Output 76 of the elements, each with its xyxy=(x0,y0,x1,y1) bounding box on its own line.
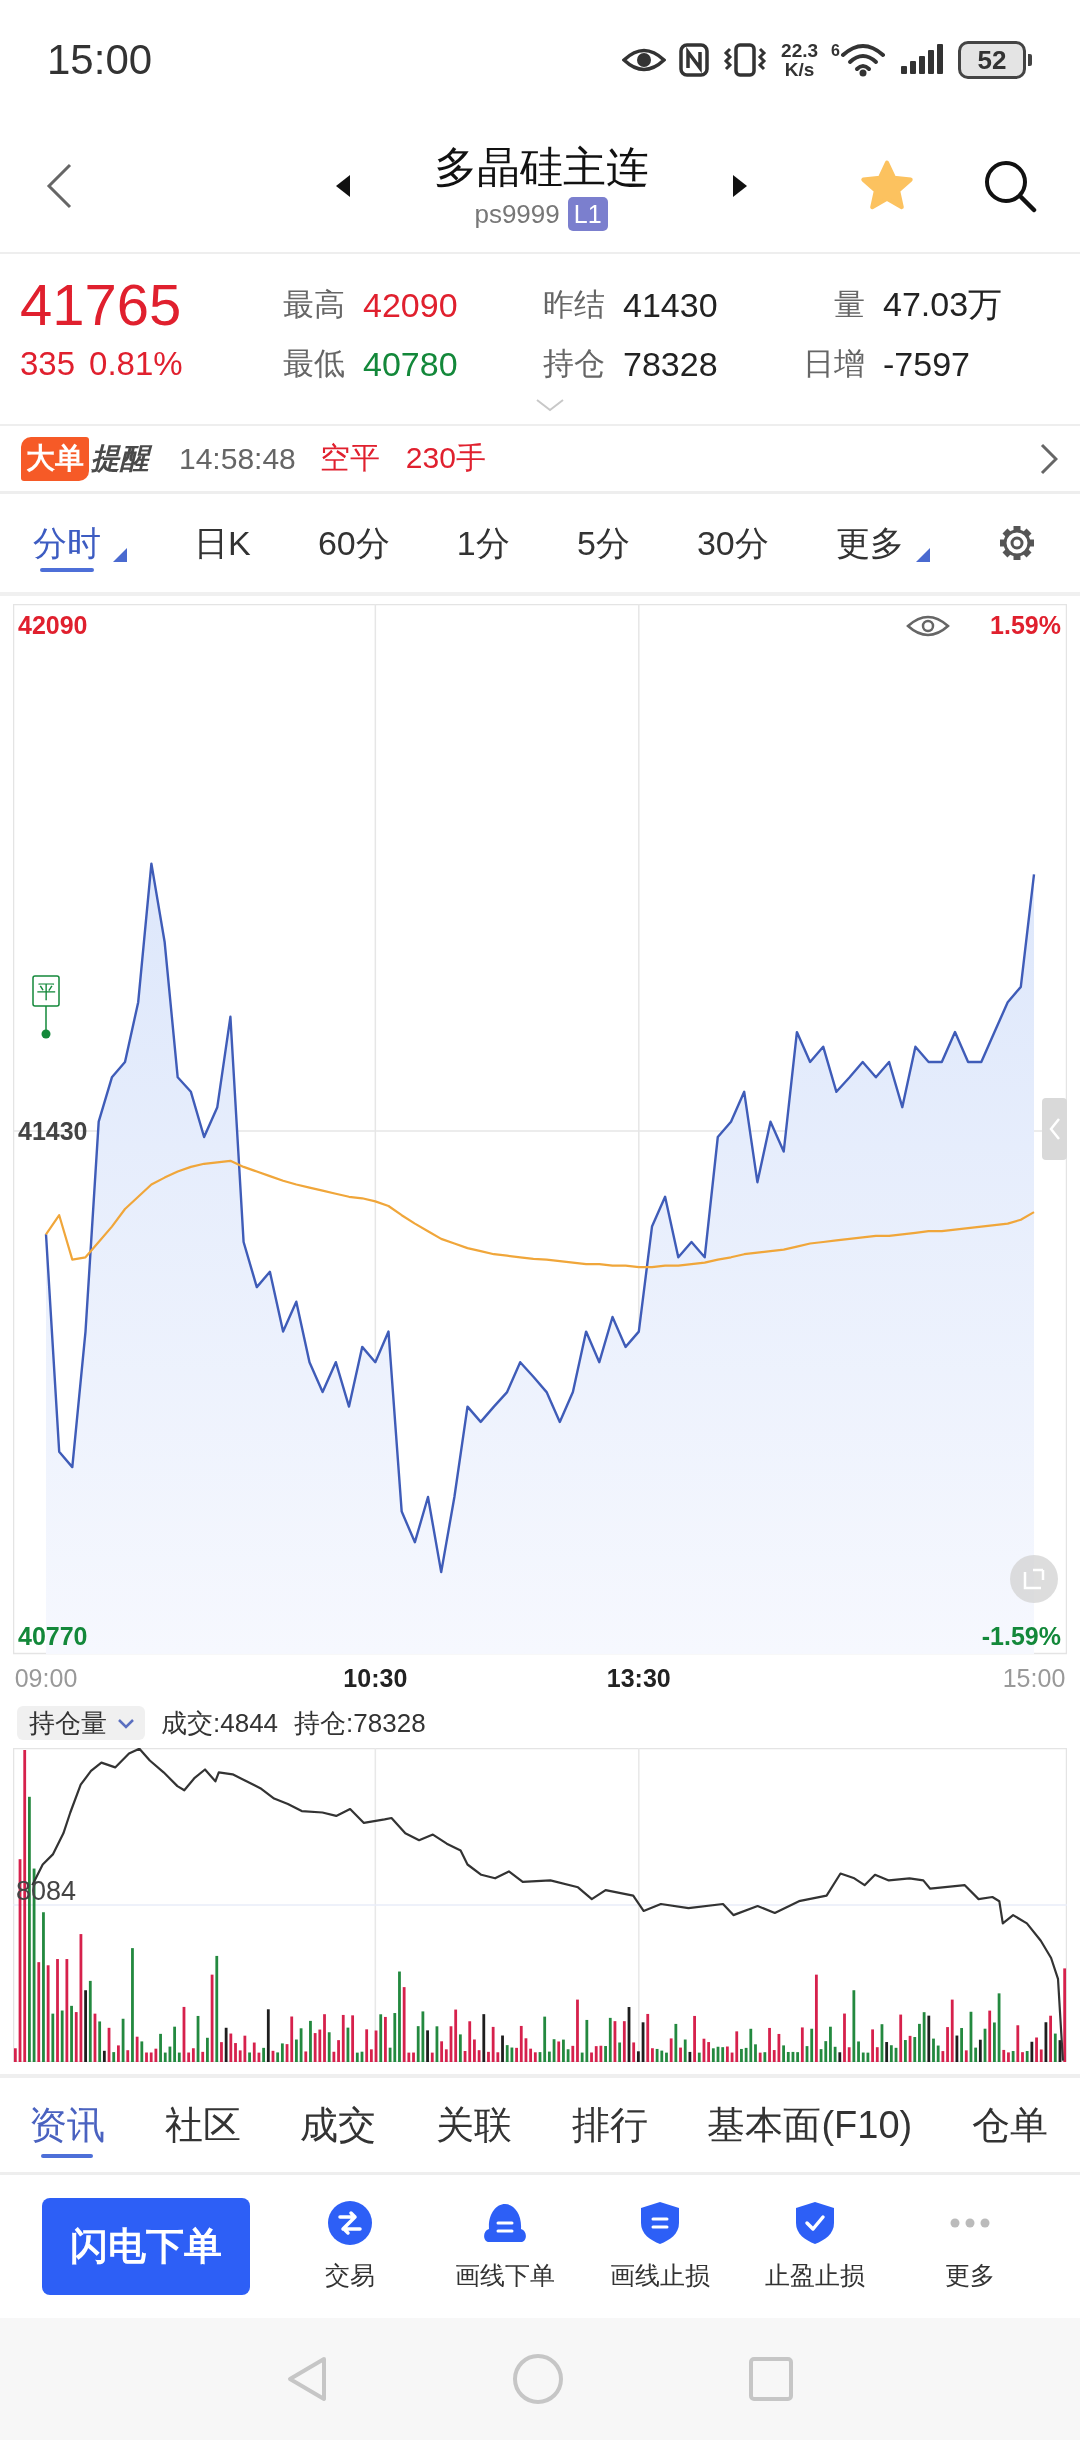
wifi-generation: 6 xyxy=(831,43,840,59)
volume-readout: 持仓:78328 xyxy=(294,1706,426,1740)
alert-action: 空平 xyxy=(319,440,380,476)
toolbar-button[interactable]: 画线下单 xyxy=(427,2201,582,2292)
toolbar-button[interactable]: 止盈止损 xyxy=(737,2201,892,2292)
search-icon[interactable] xyxy=(983,159,1037,213)
info-tab[interactable]: 成交 xyxy=(300,2078,377,2172)
stat-value: -7597 xyxy=(882,344,970,384)
toolbar-button[interactable]: 更多 xyxy=(892,2201,1047,2292)
period-tab[interactable]: 5分 xyxy=(576,494,630,592)
annotation: 平 xyxy=(36,981,56,1002)
stat-value: 78328 xyxy=(622,344,718,384)
toolbar-button[interactable]: 画线止损 xyxy=(582,2201,737,2292)
chevron-down-icon xyxy=(117,1717,135,1729)
network-speed: 22.3 K/s xyxy=(781,41,819,79)
stat-value: 42090 xyxy=(362,285,458,325)
nfc-icon xyxy=(679,43,710,77)
percent-axis-label: 1.59% xyxy=(990,611,1061,639)
status-time: 15:00 xyxy=(47,36,153,84)
info-tab[interactable]: 仓单 xyxy=(971,2078,1048,2172)
period-tab[interactable]: 30分 xyxy=(696,494,769,592)
stat-label: 量 xyxy=(834,286,865,324)
toolbar-button[interactable]: 交易 xyxy=(272,2201,427,2292)
last-price: 41765 xyxy=(20,276,182,334)
signal-icon xyxy=(899,44,945,76)
wifi-icon xyxy=(840,43,886,77)
stat-label: 最高 xyxy=(283,286,345,324)
shield-icon xyxy=(639,2201,680,2245)
eye-icon xyxy=(622,46,667,74)
contract-title: 多晶硅主连 xyxy=(433,142,649,193)
stat-value: 41430 xyxy=(622,285,718,325)
period-tab[interactable]: 60分 xyxy=(317,494,390,592)
y-axis-label: 41430 xyxy=(18,1116,88,1145)
level-badge: L1 xyxy=(567,197,608,231)
back-icon[interactable] xyxy=(45,163,73,209)
info-tab[interactable]: 资讯 xyxy=(29,2078,105,2172)
eye-icon[interactable] xyxy=(906,615,950,637)
flash-order-button[interactable]: 闪电下单 xyxy=(42,2198,250,2295)
info-tab[interactable]: 关联 xyxy=(436,2078,513,2172)
price-change-percent: 0.81% xyxy=(89,345,183,383)
period-tab[interactable]: 日K xyxy=(194,494,251,592)
prev-arrow-icon[interactable] xyxy=(335,175,350,197)
chevron-right-icon[interactable] xyxy=(1040,442,1058,475)
period-tab[interactable]: 分时 xyxy=(33,494,127,592)
exchange-icon xyxy=(327,2201,372,2245)
indicator-dropdown[interactable]: 持仓量 xyxy=(17,1706,145,1740)
time-axis-label: 10:30 xyxy=(343,1664,408,1692)
more-icon xyxy=(949,2218,990,2228)
stat-label: 最低 xyxy=(283,345,345,383)
alert-volume: 230手 xyxy=(405,440,486,476)
stat-label: 昨结 xyxy=(543,286,605,324)
shield-check-icon xyxy=(794,2201,835,2245)
vibrate-icon xyxy=(722,43,769,77)
percent-axis-label: -1.59% xyxy=(981,1622,1061,1650)
battery-indicator: 52 xyxy=(958,41,1032,79)
stat-value: 47.03万 xyxy=(882,284,1003,325)
collapse-handle[interactable] xyxy=(1042,1098,1067,1160)
time-axis-label: 09:00 xyxy=(14,1664,78,1692)
alert-time: 14:58:48 xyxy=(179,441,296,476)
contract-code: ps9999 xyxy=(474,198,560,230)
stat-value: 40780 xyxy=(362,344,458,384)
y-axis-label: 42090 xyxy=(18,611,88,639)
info-tab[interactable]: 基本面(F10) xyxy=(707,2078,913,2172)
time-axis-label: 13:30 xyxy=(606,1664,671,1692)
info-tab[interactable]: 排行 xyxy=(571,2078,648,2172)
stat-label: 日增 xyxy=(803,345,865,383)
volume-readout: 成交:4844 xyxy=(161,1706,279,1740)
period-tab[interactable]: 1分 xyxy=(456,494,510,592)
price-change: 335 xyxy=(20,345,76,383)
time-axis-label: 15:00 xyxy=(1002,1664,1066,1692)
y-axis-label: 40770 xyxy=(18,1622,88,1650)
stat-label: 持仓 xyxy=(543,345,605,383)
period-tab[interactable]: 更多 xyxy=(835,494,930,592)
info-tab[interactable]: 社区 xyxy=(164,2078,241,2172)
cloud-icon xyxy=(481,2202,528,2244)
next-arrow-icon[interactable] xyxy=(732,175,747,197)
